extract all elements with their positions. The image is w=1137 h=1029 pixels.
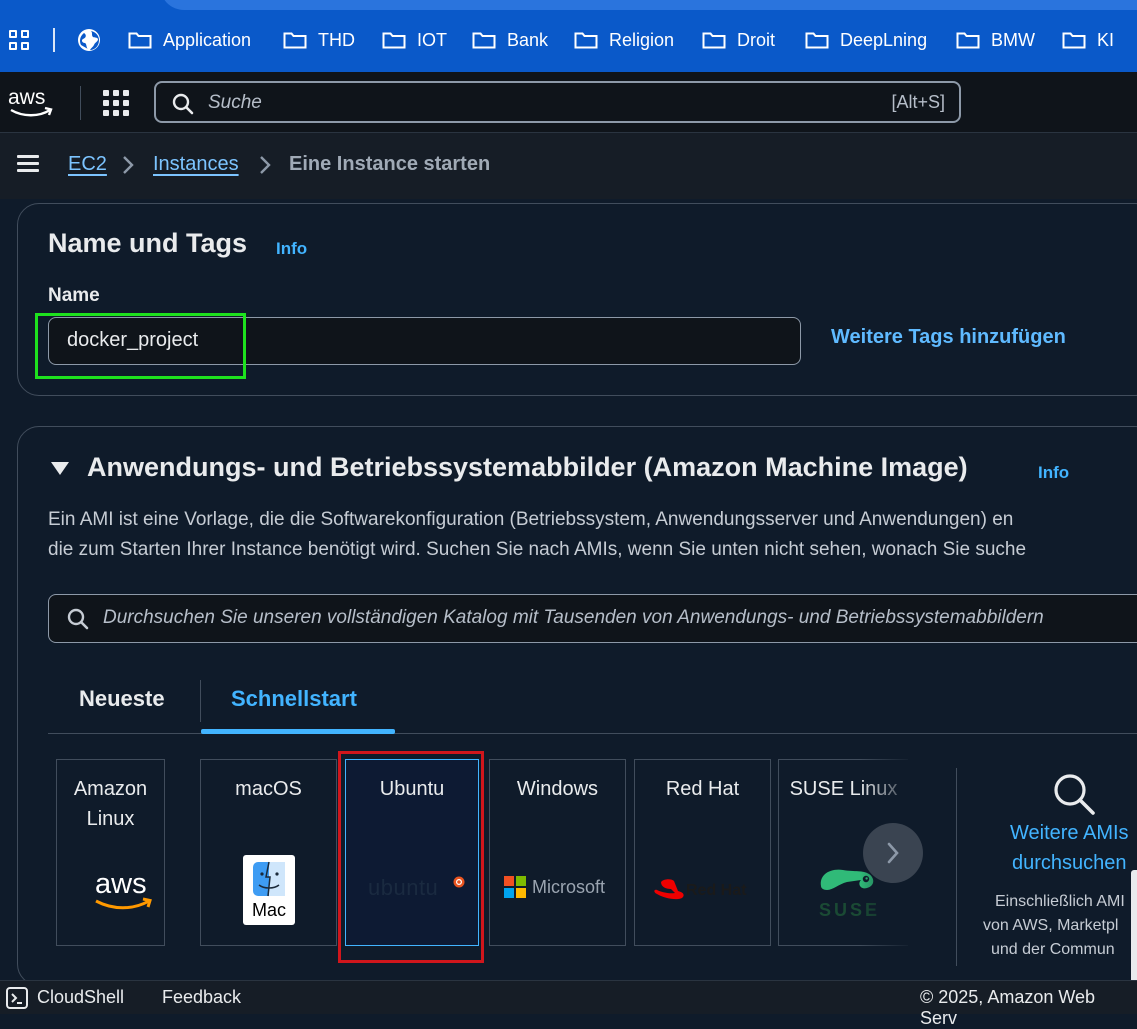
more-amis-sub-2: von AWS, Marketpl <box>983 917 1119 934</box>
ubuntu-highlight-box <box>338 751 484 963</box>
apps-grid-icon[interactable] <box>9 30 31 52</box>
breadcrumb: EC2 Instances Eine Instance starten <box>0 133 1137 199</box>
aws-header: aws Suche [Alt+S] <box>0 72 1137 133</box>
tiles-divider <box>956 768 957 966</box>
folder-icon <box>382 31 406 49</box>
tab-neueste[interactable]: Neueste <box>79 686 165 712</box>
chevron-right-icon <box>887 842 899 864</box>
console-footer: CloudShell Feedback © 2025, Amazon Web S… <box>0 980 1137 1028</box>
search-placeholder: Suche <box>208 92 262 113</box>
bookmark-label: Religion <box>609 29 675 50</box>
aws-logo-icon[interactable]: aws <box>7 86 57 120</box>
bookmark-label: Bank <box>507 29 549 50</box>
bookmark-label: KI <box>1097 29 1115 50</box>
collapse-caret-icon[interactable] <box>51 462 69 475</box>
ami-tile-windows[interactable]: Windows Microsoft <box>489 759 626 946</box>
search-icon <box>172 93 194 120</box>
global-search-input[interactable]: Suche [Alt+S] <box>154 81 961 123</box>
folder-icon <box>574 31 598 49</box>
ami-info-link[interactable]: Info <box>1038 463 1069 483</box>
tile-name: macOS <box>235 778 302 800</box>
chevron-right-icon <box>121 155 135 175</box>
folder-icon <box>956 31 980 49</box>
globe-icon[interactable] <box>78 29 100 51</box>
bookmark-application[interactable]: Application <box>128 28 251 52</box>
bookmark-label: BMW <box>991 29 1035 50</box>
active-tab-indicator <box>201 729 395 734</box>
ami-tile-amazon-linux[interactable]: Amazon Linux aws <box>56 759 165 946</box>
chevron-right-icon <box>258 155 272 175</box>
bookmark-label: IOT <box>417 29 447 50</box>
ami-tile-red-hat[interactable]: Red Hat Red Hat <box>634 759 771 946</box>
bookmarks-divider <box>53 28 55 52</box>
bookmark-bank[interactable]: Bank <box>472 28 548 52</box>
copyright-text: © 2025, Amazon Web Serv <box>920 987 1096 1028</box>
breadcrumb-instances[interactable]: Instances <box>153 153 239 176</box>
bookmark-droit[interactable]: Droit <box>702 28 775 52</box>
folder-icon <box>805 31 829 49</box>
ami-title: Anwendungs- und Betriebssystemabbilder (… <box>87 452 968 482</box>
ami-tile-macos[interactable]: macOS Mac <box>200 759 337 946</box>
services-menu-icon[interactable] <box>103 90 129 116</box>
ami-search-input[interactable]: Durchsuchen Sie unseren vollständigen Ka… <box>48 594 1137 643</box>
aws-logo-icon: aws <box>93 866 157 912</box>
microsoft-logo-icon: Microsoft <box>504 876 624 900</box>
name-highlight-box <box>35 313 246 379</box>
tile-name: Windows <box>516 778 599 800</box>
tile-name: Amazon Linux <box>73 778 148 830</box>
browse-more-amis-link[interactable]: Weitere AMIs <box>1010 822 1129 845</box>
bookmark-label: DeepLning <box>840 29 928 50</box>
bookmark-label: THD <box>318 29 355 50</box>
bookmark-deeplning[interactable]: DeepLning <box>805 28 927 52</box>
ami-description-line1: Ein AMI ist eine Vorlage, die die Softwa… <box>48 509 1014 530</box>
folder-icon <box>1062 31 1086 49</box>
bookmark-religion[interactable]: Religion <box>574 28 674 52</box>
name-tags-title: Name und Tags <box>48 228 248 258</box>
search-shortcut: [Alt+S] <box>891 92 945 112</box>
tile-name: Red Hat <box>665 778 740 800</box>
tab-schnellstart[interactable]: Schnellstart <box>231 686 357 712</box>
cloudshell-button[interactable]: CloudShell <box>37 987 124 1008</box>
name-label: Name <box>48 285 100 306</box>
folder-icon <box>702 31 726 49</box>
breadcrumb-current: Eine Instance starten <box>289 153 491 175</box>
search-icon <box>67 608 89 635</box>
menu-icon[interactable] <box>17 154 39 172</box>
folder-icon <box>472 31 496 49</box>
cloudshell-icon[interactable] <box>6 987 28 1009</box>
mac-logo-icon: Mac <box>243 855 295 925</box>
bookmark-bmw[interactable]: BMW <box>956 28 1035 52</box>
svg-text:aws: aws <box>95 868 147 900</box>
add-tags-link[interactable]: Weitere Tags hinzufügen <box>831 326 1066 349</box>
more-amis-sub-1: Einschließlich AMI <box>995 893 1125 910</box>
browser-tab-strip <box>0 0 1137 10</box>
bookmark-thd[interactable]: THD <box>283 28 355 52</box>
header-divider <box>80 86 81 120</box>
bookmark-iot[interactable]: IOT <box>382 28 447 52</box>
folder-icon <box>283 31 307 49</box>
ami-search-placeholder: Durchsuchen Sie unseren vollständigen Ka… <box>103 607 1044 628</box>
tab-divider <box>200 680 201 722</box>
bookmark-label: Application <box>163 29 252 50</box>
carousel-next-button[interactable] <box>863 823 923 883</box>
ami-description-line2: die zum Starten Ihrer Instance benötigt … <box>48 539 1027 560</box>
redhat-logo-icon: Red Hat <box>653 878 763 904</box>
side-panel-edge <box>1131 870 1137 990</box>
folder-icon <box>128 31 152 49</box>
breadcrumb-ec2[interactable]: EC2 <box>68 153 107 176</box>
magnifier-icon <box>1052 772 1096 816</box>
feedback-button[interactable]: Feedback <box>162 987 241 1008</box>
bookmark-label: Droit <box>737 29 776 50</box>
more-amis-sub-3: und der Commun <box>991 941 1115 958</box>
browse-more-amis-link-2[interactable]: durchsuchen <box>1012 852 1127 875</box>
svg-text:aws: aws <box>8 86 45 109</box>
bookmark-ki[interactable]: KI <box>1062 28 1114 52</box>
bookmarks-bar: Application THD IOT Bank Religion Droit … <box>0 0 1137 72</box>
name-tags-info-link[interactable]: Info <box>276 239 307 259</box>
